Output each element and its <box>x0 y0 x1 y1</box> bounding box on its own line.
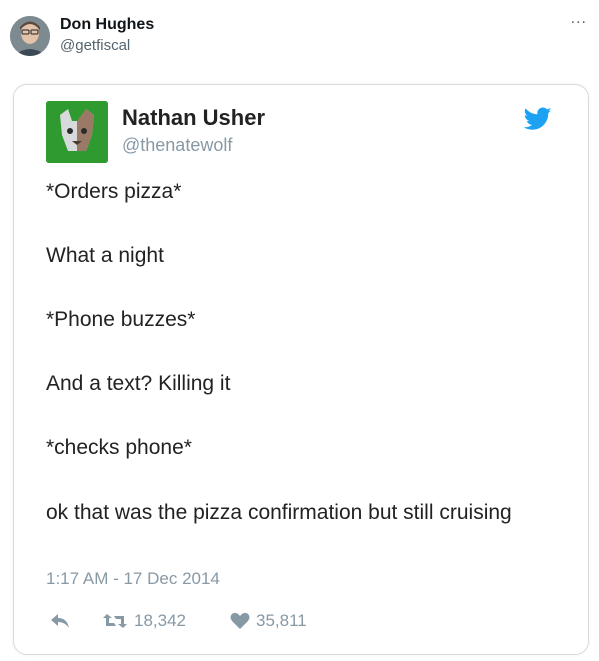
retweet-count: 18,342 <box>134 611 186 630</box>
wolf-avatar-image <box>46 101 108 163</box>
like-button: 35,811 <box>230 607 307 635</box>
twitter-bird-icon <box>524 107 552 130</box>
embedded-tweet-card: Nathan Usher @thenatewolf *Orders pizza*… <box>13 84 589 655</box>
outer-display-name[interactable]: Don Hughes <box>60 16 154 34</box>
retweet-button: 18,342 <box>102 607 186 635</box>
tweet-line: ok that was the pizza confirmation but s… <box>46 501 512 524</box>
tweet-line: *Orders pizza* <box>46 180 182 203</box>
tweet-text: *Orders pizza* What a night *Phone buzze… <box>46 177 546 528</box>
like-count: 35,811 <box>256 611 307 630</box>
more-icon[interactable]: ... <box>571 10 587 28</box>
tweet-line: *Phone buzzes* <box>46 308 196 331</box>
tweet-timestamp: 1:17 AM - 17 Dec 2014 <box>46 569 220 588</box>
reply-button <box>50 607 70 635</box>
tweet-line: *checks phone* <box>46 436 192 459</box>
heart-icon <box>230 612 250 629</box>
outer-avatar[interactable] <box>10 16 50 56</box>
outer-handle[interactable]: @getfiscal <box>60 37 130 54</box>
embedded-handle: @thenatewolf <box>122 135 233 155</box>
embedded-display-name: Nathan Usher <box>122 105 266 130</box>
tweet-actions: 18,342 35,811 <box>46 607 446 635</box>
embedded-avatar <box>46 101 108 163</box>
tweet-line: And a text? Killing it <box>46 372 231 395</box>
outer-avatar-image <box>10 16 50 56</box>
tweet-line: What a night <box>46 244 164 267</box>
retweet-icon <box>103 614 127 628</box>
reply-icon <box>51 614 69 628</box>
outer-tweet-header: Don Hughes @getfiscal ... <box>0 0 599 70</box>
